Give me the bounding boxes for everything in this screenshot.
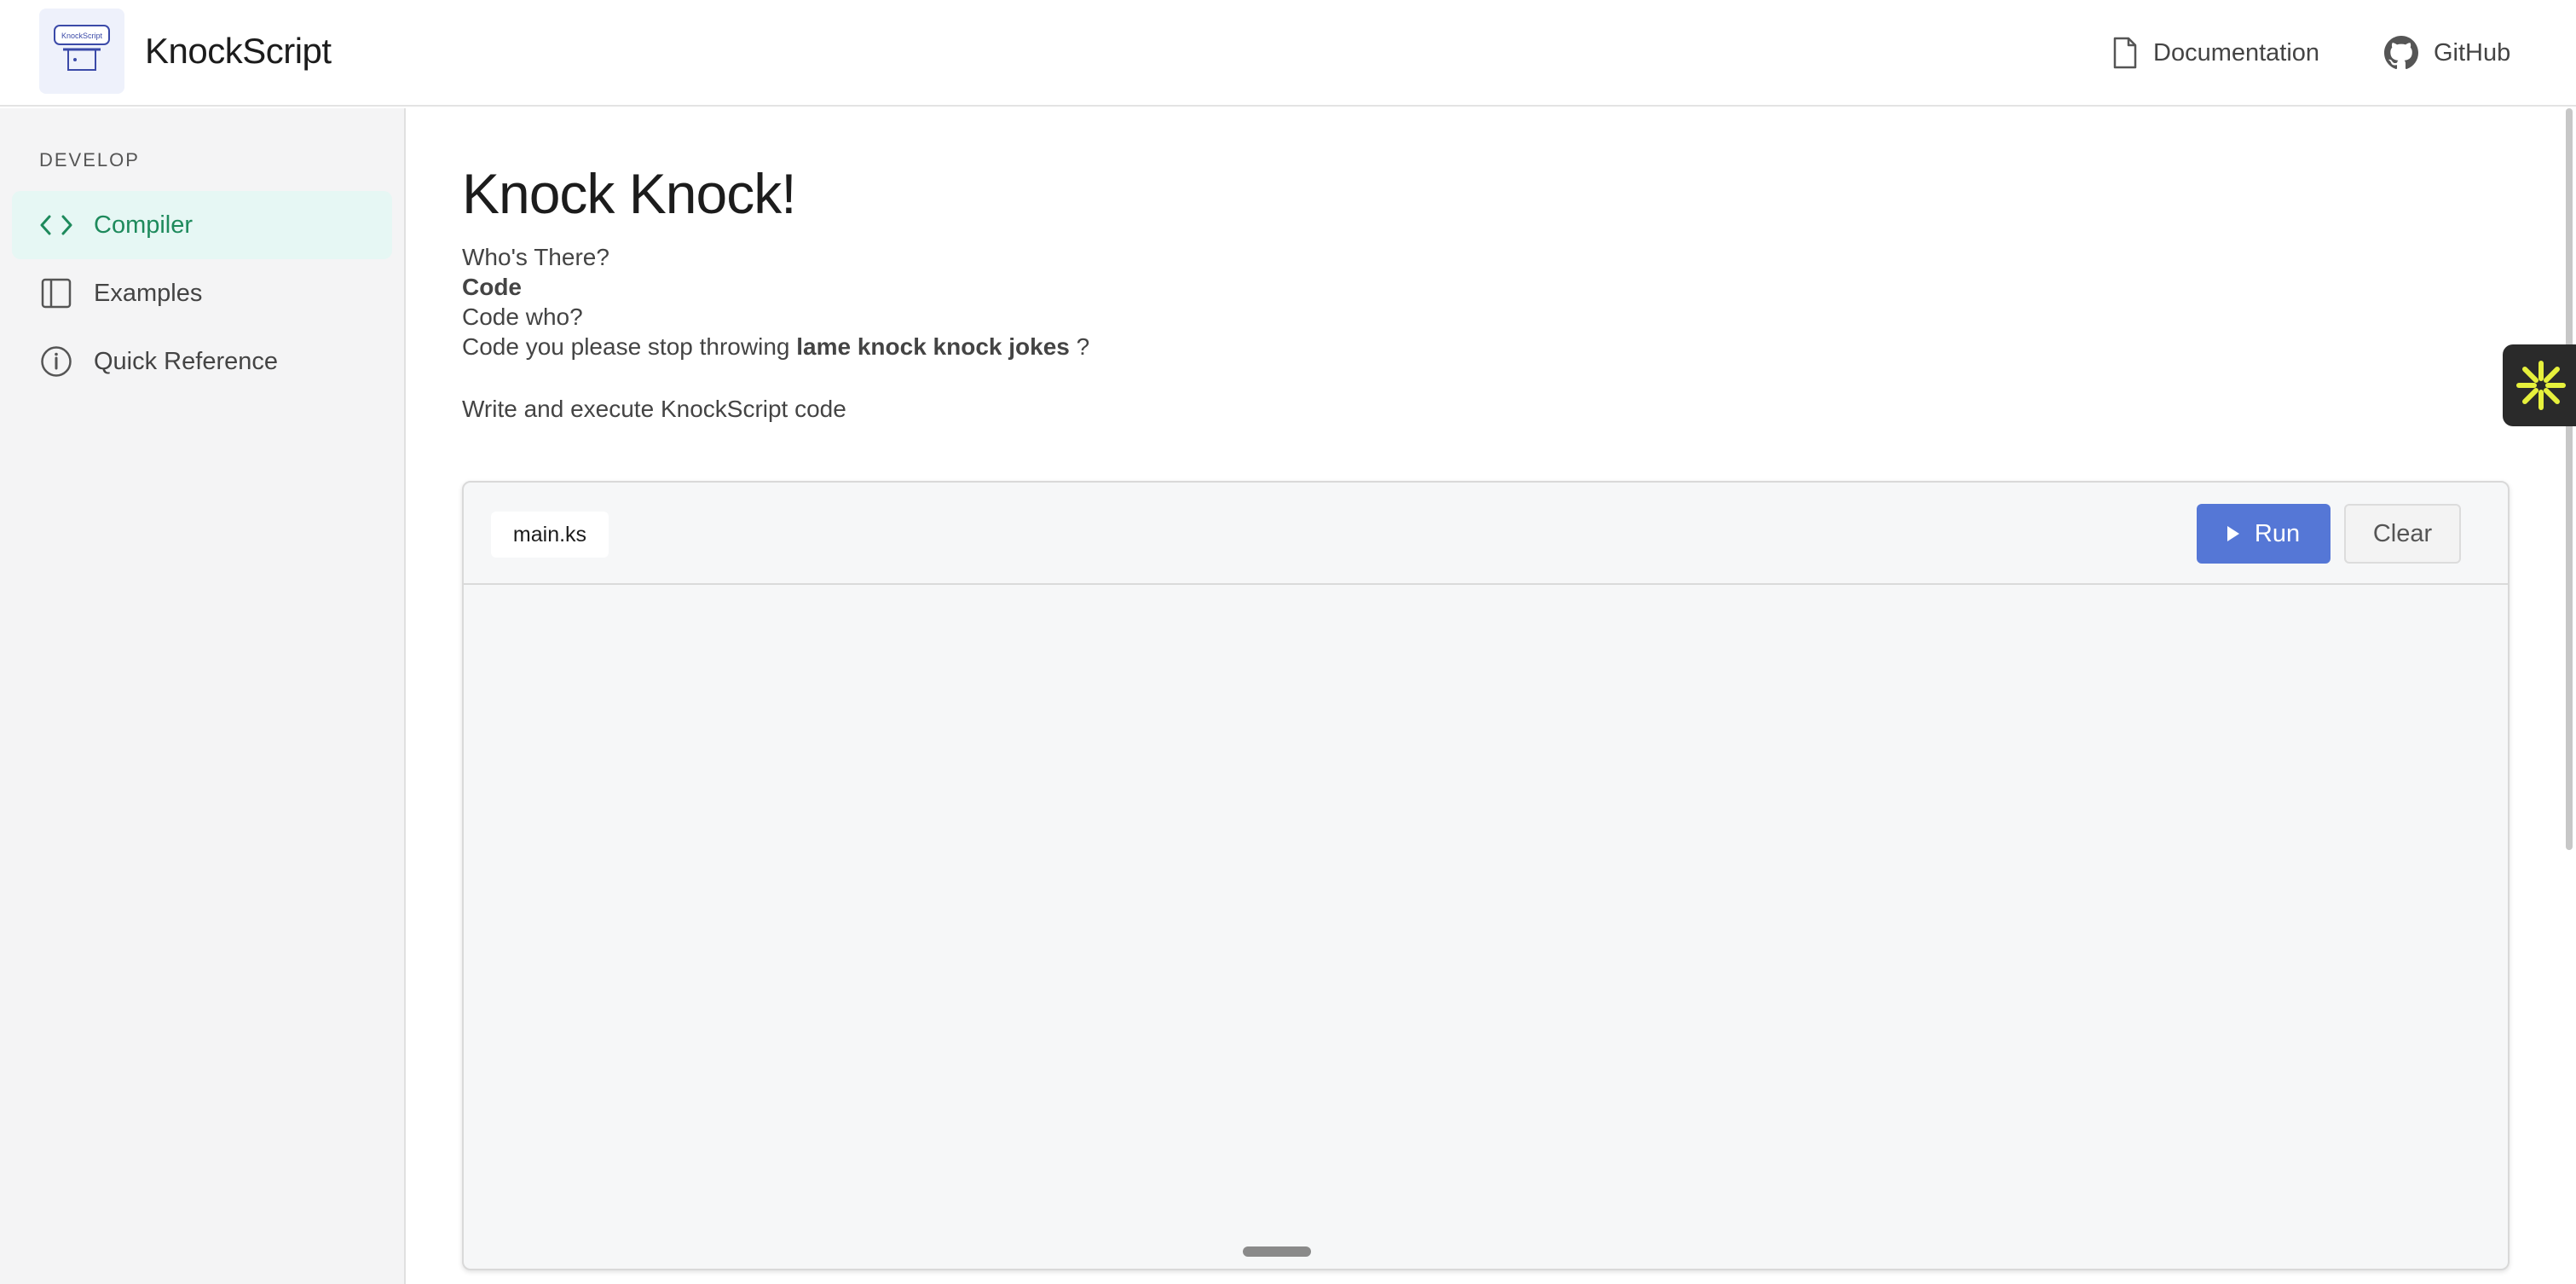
app-name[interactable]: KnockScript xyxy=(145,31,332,72)
app-logo[interactable]: KnockScript xyxy=(39,9,124,94)
logo-icon: KnockScript xyxy=(54,25,110,71)
joke-line-4-bold: lame knock knock jokes xyxy=(796,333,1070,360)
sidebar-section-title: DEVELOP xyxy=(39,149,140,171)
code-area[interactable] xyxy=(464,587,2508,1269)
documentation-link[interactable]: Documentation xyxy=(2112,34,2319,72)
sidebar: DEVELOP Compiler Examples Quick Referenc… xyxy=(0,108,406,1284)
editor-resize-handle[interactable] xyxy=(1243,1246,1311,1257)
floating-assistant-widget[interactable] xyxy=(2503,344,2576,426)
joke-line-4: Code you please stop throwing lame knock… xyxy=(462,332,1089,361)
top-header: KnockScript KnockScript Documentation Gi… xyxy=(0,0,2576,107)
joke-line-4-suffix: ? xyxy=(1076,333,1090,360)
code-brackets-icon xyxy=(39,208,73,242)
sidebar-item-examples[interactable]: Examples xyxy=(12,259,392,327)
page-subtitle: Write and execute KnockScript code xyxy=(462,396,846,422)
documentation-label: Documentation xyxy=(2153,38,2320,67)
sidebar-item-label: Quick Reference xyxy=(94,347,278,375)
svg-text:KnockScript: KnockScript xyxy=(61,32,103,40)
joke-line-4-prefix: Code you please stop throwing xyxy=(462,333,790,360)
file-tab[interactable]: main.ks xyxy=(491,512,609,558)
run-label: Run xyxy=(2254,519,2301,547)
sidebar-item-label: Compiler xyxy=(94,211,193,239)
asterisk-star-icon xyxy=(2516,361,2566,410)
page-scrollbar[interactable] xyxy=(2562,108,2576,850)
document-icon xyxy=(2113,37,2137,69)
sidebar-item-quick-reference[interactable]: Quick Reference xyxy=(12,327,392,396)
sidebar-item-label: Examples xyxy=(94,279,203,307)
code-editor: main.ks Run Clear xyxy=(462,481,2510,1270)
main-content: Knock Knock! Who's There? Code Code who?… xyxy=(407,108,2576,1284)
github-icon xyxy=(2384,36,2418,70)
joke-line-1: Who's There? xyxy=(462,244,609,270)
github-label: GitHub xyxy=(2434,38,2511,67)
sidebar-panel-icon xyxy=(39,276,73,310)
page-title: Knock Knock! xyxy=(462,162,797,225)
joke-line-2: Code xyxy=(462,274,522,300)
sidebar-item-compiler[interactable]: Compiler xyxy=(12,191,392,259)
joke-line-3: Code who? xyxy=(462,304,583,330)
clear-button[interactable]: Clear xyxy=(2344,504,2461,564)
play-icon xyxy=(2227,526,2239,541)
editor-toolbar: main.ks Run Clear xyxy=(464,483,2508,585)
info-circle-icon xyxy=(39,344,73,379)
github-link[interactable]: GitHub xyxy=(2384,34,2510,72)
run-button[interactable]: Run xyxy=(2197,504,2331,564)
scrollbar-thumb[interactable] xyxy=(2566,108,2573,850)
